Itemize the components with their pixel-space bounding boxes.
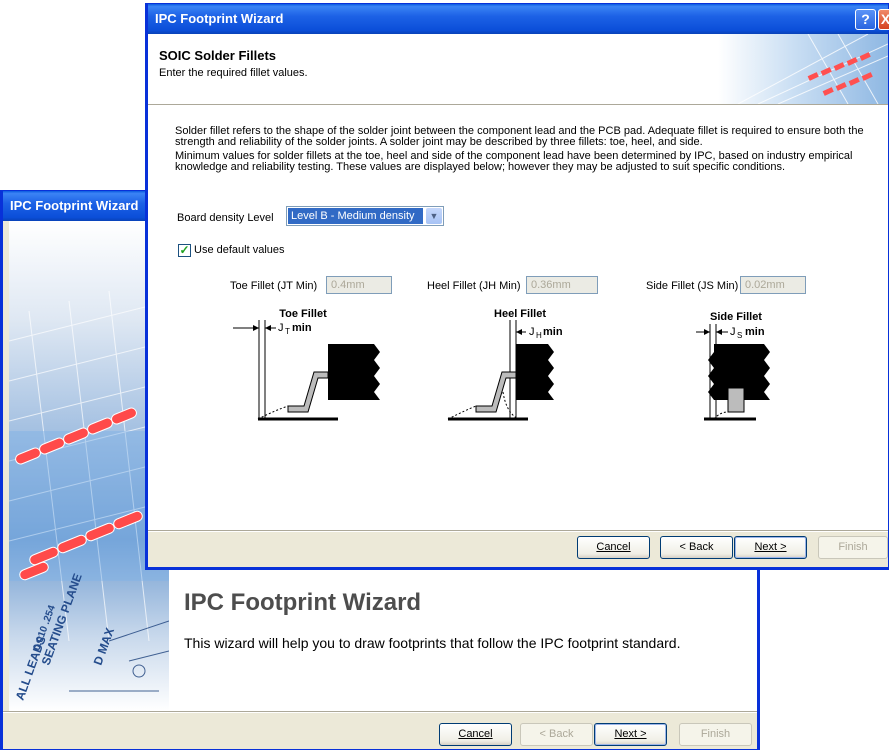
back-back-button[interactable]: < Back	[520, 723, 593, 746]
side-diagram-title: Side Fillet	[710, 311, 762, 323]
density-select[interactable]: Level B - Medium density ▼	[286, 206, 444, 226]
front-next-button[interactable]: Next >	[734, 536, 807, 559]
front-wizard-window: IPC Footprint Wizard ? X SOIC Solder Fil…	[145, 3, 889, 570]
back-window-description: This wizard will help you to draw footpr…	[184, 635, 681, 651]
back-cancel-button[interactable]: Cancel	[439, 723, 512, 746]
close-icon[interactable]: X	[878, 9, 889, 30]
banner-text-dmax: D MAX	[91, 626, 117, 667]
toe-fillet-diagram: Toe Fillet J T min	[233, 308, 380, 421]
heel-sub: H	[536, 331, 542, 340]
back-back-label: < Back	[539, 728, 574, 740]
front-back-label: < Back	[679, 541, 714, 553]
toe-j: J	[278, 322, 284, 334]
front-back-button[interactable]: < Back	[660, 536, 733, 559]
fillet-diagrams: Toe Fillet J T min Heel Fillet J H min S…	[233, 308, 770, 421]
heel-j: J	[529, 326, 535, 338]
side-min: min	[745, 326, 765, 338]
side-fillet-input[interactable]: 0.02mm	[740, 276, 806, 294]
back-window-separator	[3, 711, 757, 713]
use-default-checkbox[interactable]: ✓	[178, 244, 191, 257]
front-next-label: Next >	[754, 541, 787, 553]
toe-sub: T	[285, 327, 290, 336]
intro-paragraph-2: Minimum values for solder fillets at the…	[175, 150, 853, 173]
front-window-title: IPC Footprint Wizard	[155, 11, 284, 26]
toe-fillet-input[interactable]: 0.4mm	[326, 276, 392, 294]
toe-diagram-title: Toe Fillet	[279, 308, 327, 320]
toe-min: min	[292, 322, 312, 334]
front-content: Solder fillet refers to the shape of the…	[148, 106, 888, 530]
chevron-down-icon[interactable]: ▼	[426, 208, 442, 224]
back-window-title: IPC Footprint Wizard	[10, 198, 139, 213]
close-icon-glyph: X	[880, 11, 889, 27]
heel-diagram-title: Heel Fillet	[494, 308, 546, 320]
heel-fillet-input[interactable]: 0.36mm	[526, 276, 598, 294]
header-pcb-image	[718, 34, 888, 104]
footer-separator	[148, 530, 888, 532]
side-j: J	[730, 326, 736, 338]
density-label: Board density Level	[177, 212, 274, 224]
back-finish-button[interactable]: Finish	[679, 723, 752, 746]
front-window-titlebar[interactable]: IPC Footprint Wizard	[148, 4, 888, 34]
side-sub: S	[737, 331, 742, 340]
heel-fillet-label: Heel Fillet (JH Min)	[427, 280, 521, 292]
back-next-button[interactable]: Next >	[594, 723, 667, 746]
toe-fillet-label: Toe Fillet (JT Min)	[230, 280, 318, 292]
intro-paragraph-1: Solder fillet refers to the shape of the…	[175, 125, 864, 148]
back-cancel-label: Cancel	[458, 728, 493, 740]
side-fillet-diagram: Side Fillet J S min	[696, 311, 770, 421]
front-header-band: SOIC Solder Fillets Enter the required f…	[148, 34, 888, 104]
back-finish-label: Finish	[700, 728, 731, 740]
heel-fillet-diagram: Heel Fillet J H min	[447, 308, 563, 421]
side-fillet-label: Side Fillet (JS Min)	[646, 280, 739, 292]
back-window-heading: IPC Footprint Wizard	[184, 589, 422, 616]
page-title: SOIC Solder Fillets	[159, 48, 277, 63]
front-finish-label: Finish	[838, 541, 868, 553]
help-icon[interactable]: ?	[855, 9, 876, 30]
page-subtitle: Enter the required fillet values.	[159, 67, 308, 79]
front-cancel-button[interactable]: Cancel	[577, 536, 650, 559]
back-next-label: Next >	[614, 728, 647, 740]
help-icon-glyph: ?	[861, 11, 870, 27]
front-cancel-label: Cancel	[596, 541, 631, 553]
front-finish-button[interactable]: Finish	[818, 536, 888, 559]
heel-min: min	[543, 326, 563, 338]
density-select-value: Level B - Medium density	[288, 208, 423, 224]
use-default-label: Use default values	[194, 244, 285, 256]
